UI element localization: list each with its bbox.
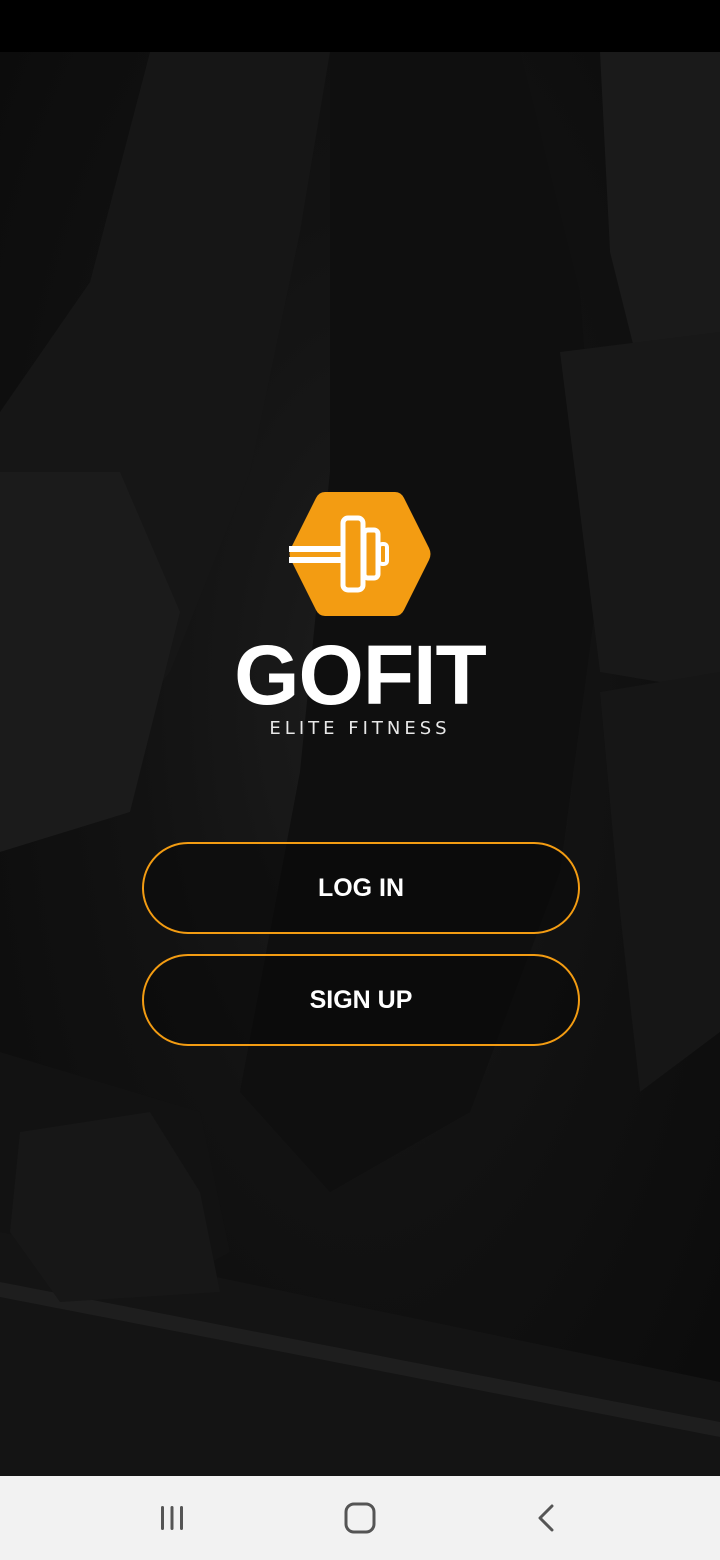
gym-background-photo (0, 52, 720, 1476)
recents-icon (161, 1506, 183, 1530)
app-tagline: ELITE FITNESS (269, 718, 451, 739)
home-icon (344, 1502, 376, 1534)
signup-button-label: SIGN UP (309, 985, 413, 1014)
home-button[interactable] (330, 1494, 390, 1542)
login-button[interactable]: LOG IN (142, 842, 580, 934)
barbell-hexagon-icon (289, 492, 431, 616)
app-title: GOFIT (234, 628, 487, 722)
signup-button[interactable]: SIGN UP (142, 954, 580, 1046)
login-button-label: LOG IN (317, 873, 405, 902)
background-image (0, 52, 720, 1476)
status-bar (0, 0, 720, 52)
back-button[interactable] (517, 1494, 577, 1542)
back-icon (538, 1504, 554, 1532)
system-navigation-bar (0, 1476, 720, 1560)
recents-button[interactable] (142, 1494, 202, 1542)
